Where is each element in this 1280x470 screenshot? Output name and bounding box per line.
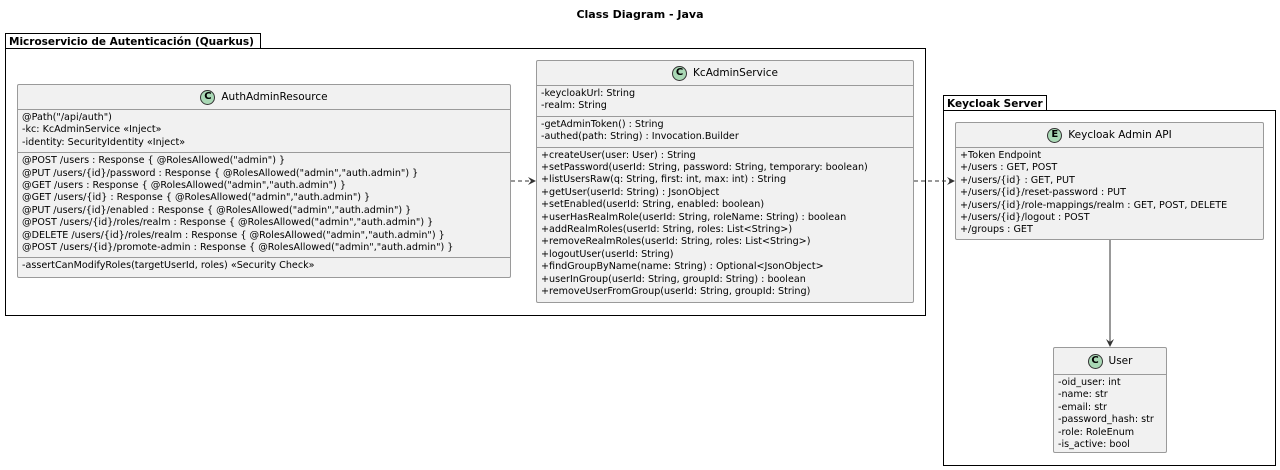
- edges-layer: [511, 177, 1114, 347]
